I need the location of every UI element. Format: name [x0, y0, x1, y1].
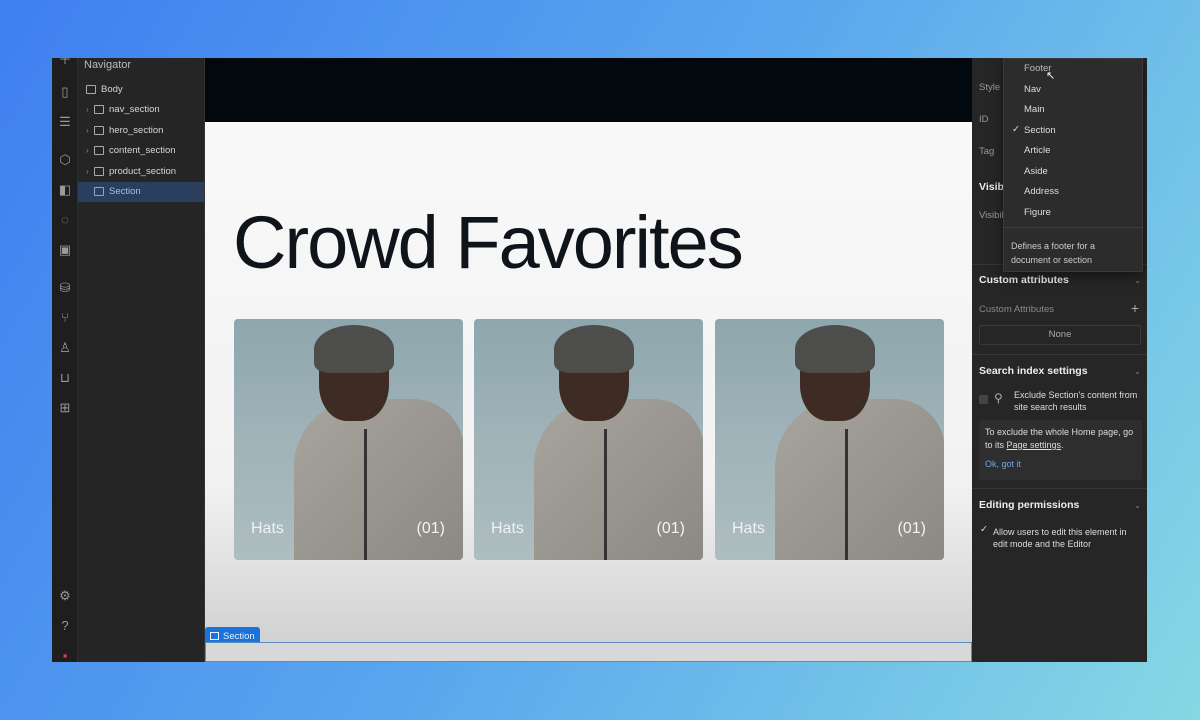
nav-item-label: product_section — [109, 165, 177, 177]
card-number: (01) — [897, 520, 926, 537]
element-icon — [94, 187, 104, 197]
product-card[interactable]: Hats (01) — [715, 319, 944, 560]
page-settings-note: To exclude the whole Home page, go to it… — [979, 420, 1142, 480]
page-settings-link[interactable]: Page settings — [1007, 440, 1062, 450]
left-toolbar: ＋ ▯ ☰ ⬡ ◧ ◌ ▣ ⛁ ⑂ ♙ ⊔ ⊞ ⚙ ? ▪ — [52, 58, 78, 662]
navigator-title: Navigator — [84, 59, 132, 71]
tag-option-article[interactable]: Article — [1024, 145, 1050, 156]
checkmark-icon[interactable]: ✓ — [980, 524, 988, 535]
variables-icon[interactable]: ◌ — [57, 212, 73, 228]
custom-attributes-label: Custom Attributes — [979, 304, 1054, 315]
visibility-label: Visibil — [979, 210, 1004, 221]
note-end: . — [1061, 440, 1064, 450]
custom-attributes-heading[interactable]: Custom attributes — [979, 274, 1069, 286]
selected-element-tag[interactable]: Section — [205, 627, 260, 643]
element-icon — [94, 125, 104, 135]
help-icon[interactable]: ? — [57, 618, 73, 634]
chevron-right-icon[interactable]: › — [86, 126, 94, 135]
selected-section[interactable] — [205, 642, 972, 662]
card-number: (01) — [656, 520, 685, 537]
chevron-right-icon[interactable]: › — [86, 105, 94, 114]
styles-icon[interactable]: ◧ — [57, 182, 73, 198]
navigator-panel: Navigator Body › nav_section › hero_sectio… — [78, 58, 205, 662]
card-number: (01) — [416, 520, 445, 537]
nav-item-label: content_section — [109, 145, 176, 157]
ok-got-it-button[interactable]: Ok, got it — [985, 458, 1136, 471]
tag-option-section[interactable]: Section — [1024, 125, 1056, 136]
page-icon[interactable]: ▯ — [57, 84, 73, 100]
nav-item-content-section[interactable]: › content_section — [78, 141, 204, 162]
logic-icon[interactable]: ⑂ — [57, 310, 73, 326]
id-label: ID — [979, 114, 989, 125]
tag-option-aside[interactable]: Aside — [1024, 166, 1048, 177]
selected-element-label: Section — [223, 630, 255, 642]
exclude-label: Exclude Section's content from site sear… — [1014, 390, 1138, 412]
chevron-right-icon[interactable]: › — [86, 167, 94, 176]
nav-item-label: nav_section — [109, 104, 160, 116]
product-card[interactable]: Hats (01) — [474, 319, 703, 560]
tag-option-nav[interactable]: Nav — [1024, 84, 1041, 95]
chevron-down-icon[interactable]: ⌄ — [1134, 501, 1141, 510]
chevron-right-icon[interactable]: › — [86, 146, 94, 155]
attributes-none-box: None — [979, 325, 1141, 345]
card-label: Hats — [491, 520, 524, 537]
exclude-checkbox[interactable] — [979, 395, 988, 404]
apps-icon[interactable]: ⊞ — [57, 400, 73, 416]
design-canvas[interactable]: Crowd Favorites Hats (01) Hats (01) Hats… — [205, 58, 972, 662]
element-icon — [94, 166, 104, 176]
allow-edit-label: Allow users to edit this element in edit… — [993, 527, 1127, 549]
navigator-icon[interactable]: ☰ — [57, 114, 73, 130]
section-heading[interactable]: Crowd Favorites — [233, 200, 744, 285]
product-card[interactable]: Hats (01) — [234, 319, 463, 560]
element-icon — [86, 84, 96, 94]
designer-app: ＋ ▯ ☰ ⬡ ◧ ◌ ▣ ⛁ ⑂ ♙ ⊔ ⊞ ⚙ ? ▪ Navigator … — [52, 58, 1147, 662]
add-attribute-icon[interactable]: + — [1131, 300, 1139, 316]
tag-option-figure[interactable]: Figure — [1024, 207, 1051, 218]
search-index-heading[interactable]: Search index settings — [979, 365, 1088, 377]
nav-item-label: Section — [109, 186, 141, 198]
hero-dark-area — [205, 58, 972, 122]
nav-item-body[interactable]: Body — [78, 79, 204, 100]
mouse-cursor-icon: ↖ — [1046, 70, 1056, 82]
visibility-heading: Visib — [979, 181, 1004, 193]
nav-item-label: Body — [101, 83, 123, 95]
add-icon[interactable]: ＋ — [57, 58, 73, 68]
cms-icon[interactable]: ⛁ — [57, 280, 73, 296]
tag-option-address[interactable]: Address — [1024, 186, 1059, 197]
section-icon — [210, 632, 219, 640]
style-label: Style — [979, 82, 1001, 93]
users-icon[interactable]: ♙ — [57, 340, 73, 356]
element-icon — [94, 105, 104, 115]
card-label: Hats — [732, 520, 765, 537]
components-icon[interactable]: ⬡ — [57, 152, 73, 168]
nav-item-section[interactable]: Section — [78, 181, 204, 202]
tag-label: Tag — [979, 146, 995, 157]
card-label: Hats — [251, 520, 284, 537]
element-icon — [94, 146, 104, 156]
tag-dropdown-menu: Footer ↖ Nav Main ✓ Section Article Asid… — [1003, 58, 1143, 272]
ecommerce-icon[interactable]: ⊔ — [57, 370, 73, 386]
nav-item-label: hero_section — [109, 124, 164, 136]
status-icon: ▪ — [62, 648, 68, 662]
assets-icon[interactable]: ▣ — [57, 242, 73, 258]
tag-description: Defines a footer for a document or secti… — [1011, 241, 1096, 265]
chevron-down-icon[interactable]: ⌄ — [1134, 276, 1141, 285]
editing-permissions-heading[interactable]: Editing permissions — [979, 499, 1079, 511]
tag-option-main[interactable]: Main — [1024, 104, 1045, 115]
settings-icon[interactable]: ⚙ — [57, 588, 73, 604]
chevron-down-icon[interactable]: ⌄ — [1134, 367, 1141, 376]
search-exclude-icon: ⚲ — [994, 391, 1003, 405]
nav-item-hero-section[interactable]: › hero_section — [78, 120, 204, 141]
nav-item-nav-section[interactable]: › nav_section — [78, 100, 204, 121]
checkmark-icon: ✓ — [1012, 124, 1020, 135]
nav-item-product-section[interactable]: › product_section — [78, 161, 204, 182]
